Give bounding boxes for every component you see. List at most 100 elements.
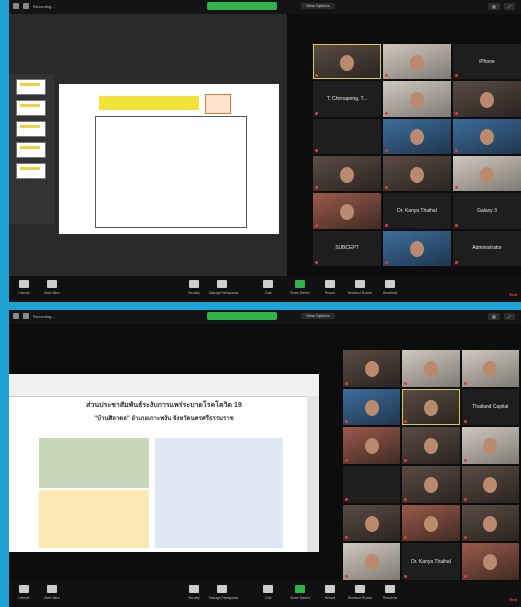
participant-tile[interactable]: [313, 44, 381, 80]
mic-button[interactable]: Unmute: [11, 585, 37, 600]
video-button[interactable]: Start Video: [39, 280, 65, 295]
participant-tile[interactable]: iPhone: [453, 44, 521, 80]
muted-mic-icon: [385, 186, 388, 190]
mic-button[interactable]: Unmute: [11, 280, 37, 295]
participant-tile[interactable]: [461, 466, 519, 503]
slide-thumb[interactable]: [16, 79, 46, 95]
shared-document: ส่วนประชาสัมพันธ์ระงับการแพร่ระบาดโรคโคว…: [9, 374, 319, 552]
muted-mic-icon: [455, 148, 458, 152]
fullscreen-button[interactable]: ⤢: [503, 313, 515, 320]
record-button[interactable]: Record: [317, 280, 343, 295]
reactions-button[interactable]: Reactions: [377, 585, 403, 600]
rooms-button[interactable]: Breakout Rooms: [347, 585, 373, 600]
participant-tile[interactable]: [453, 118, 521, 154]
fullscreen-button[interactable]: ⤢: [503, 3, 515, 10]
participant-tile[interactable]: [313, 118, 381, 154]
participant-tile[interactable]: Thailand Capital: [461, 388, 519, 426]
participant-tile[interactable]: [383, 155, 451, 192]
participant-video: [364, 399, 379, 416]
toolbar-label: Share Screen: [290, 291, 310, 295]
word-ribbon[interactable]: [9, 374, 319, 397]
muted-mic-icon: [404, 497, 408, 501]
participant-tile[interactable]: [402, 350, 460, 387]
participant-tile[interactable]: [461, 504, 519, 542]
slide-thumb[interactable]: [16, 121, 46, 137]
participant-tile[interactable]: Dr. Kanya Thaihal: [402, 543, 460, 580]
participant-video: [340, 54, 354, 71]
slide-thumbnails[interactable]: [9, 74, 54, 224]
participant-tile[interactable]: [402, 466, 460, 503]
shield-button[interactable]: Security: [181, 585, 207, 600]
participant-video: [483, 515, 498, 532]
participant-video: [340, 203, 354, 220]
participant-tile[interactable]: T. Chirnapong, T...: [313, 81, 381, 117]
participant-tile[interactable]: [343, 350, 401, 387]
reactions-icon: [385, 585, 395, 593]
chat-icon: [263, 585, 273, 593]
sharing-banner[interactable]: [207, 312, 277, 320]
muted-mic-icon: [345, 381, 348, 385]
participant-tile[interactable]: [313, 193, 381, 229]
rooms-button[interactable]: Breakout Rooms: [347, 280, 373, 295]
reactions-button[interactable]: Reactions: [377, 280, 403, 295]
participant-tile[interactable]: [313, 155, 381, 192]
speaker-view-button[interactable]: ▦: [488, 313, 500, 320]
participant-tile[interactable]: [453, 81, 521, 117]
participants-button[interactable]: Manage Participants: [209, 280, 238, 295]
participant-tile[interactable]: Dr. Kanya Thaihal: [383, 193, 451, 229]
slide-thumb[interactable]: [16, 100, 46, 116]
participant-video: [483, 476, 498, 493]
chat-button[interactable]: Chat: [255, 280, 281, 295]
participant-video: [423, 476, 438, 493]
muted-mic-icon: [385, 111, 388, 115]
scrollbar[interactable]: [307, 396, 319, 552]
participant-tile[interactable]: [383, 230, 451, 266]
participant-tile[interactable]: [402, 427, 460, 464]
participant-tile[interactable]: SUBCEPT: [313, 230, 381, 266]
participant-tile[interactable]: [402, 504, 460, 542]
muted-mic-icon: [345, 497, 348, 501]
video-button[interactable]: Start Video: [39, 585, 65, 600]
participant-tile[interactable]: Galaxy 3: [453, 193, 521, 229]
participant-tile[interactable]: [461, 427, 519, 464]
participant-tile[interactable]: [343, 543, 401, 580]
participant-tile[interactable]: [343, 504, 401, 542]
slide-thumb[interactable]: [16, 142, 46, 158]
participant-tile[interactable]: [461, 350, 519, 387]
chat-button[interactable]: Chat: [255, 585, 281, 600]
muted-mic-icon: [404, 420, 408, 424]
participant-tile[interactable]: [343, 427, 401, 464]
shield-button[interactable]: Security: [181, 280, 207, 295]
participant-tile[interactable]: [402, 388, 460, 426]
participant-tile[interactable]: [383, 44, 451, 80]
share-button[interactable]: Share Screen: [287, 585, 313, 600]
speaker-view-button[interactable]: ▦: [488, 3, 500, 10]
end-meeting-button[interactable]: End: [509, 597, 517, 602]
view-options[interactable]: View Options: [301, 3, 335, 9]
zoom-icon: [13, 3, 19, 9]
recording-status: Recording...: [33, 313, 55, 319]
participant-video: [423, 399, 438, 416]
participant-tile[interactable]: [461, 543, 519, 580]
participant-tile[interactable]: [383, 118, 451, 154]
participant-tile[interactable]: [453, 155, 521, 192]
participant-tile[interactable]: Administrator: [453, 230, 521, 266]
muted-mic-icon: [345, 536, 348, 540]
participants-button[interactable]: Manage Participants: [209, 585, 238, 600]
meeting-toolbar: Unmute Start Video Security Manage Particip…: [9, 276, 521, 302]
slide-thumb[interactable]: [16, 163, 46, 179]
slide-canvas: [59, 84, 279, 234]
share-button[interactable]: Share Screen: [287, 280, 313, 295]
participant-tile[interactable]: [383, 81, 451, 117]
shield-icon: [189, 280, 199, 288]
end-meeting-button[interactable]: End: [509, 292, 517, 297]
participant-tile[interactable]: [343, 388, 401, 426]
view-options[interactable]: View Options: [301, 313, 335, 319]
sharing-banner[interactable]: [207, 2, 277, 10]
toolbar-label: Security: [188, 291, 200, 295]
participant-tile[interactable]: [343, 466, 401, 503]
shield-icon: [23, 313, 29, 319]
muted-mic-icon: [463, 420, 467, 424]
record-button[interactable]: Record: [317, 585, 343, 600]
record-icon: [325, 280, 335, 288]
